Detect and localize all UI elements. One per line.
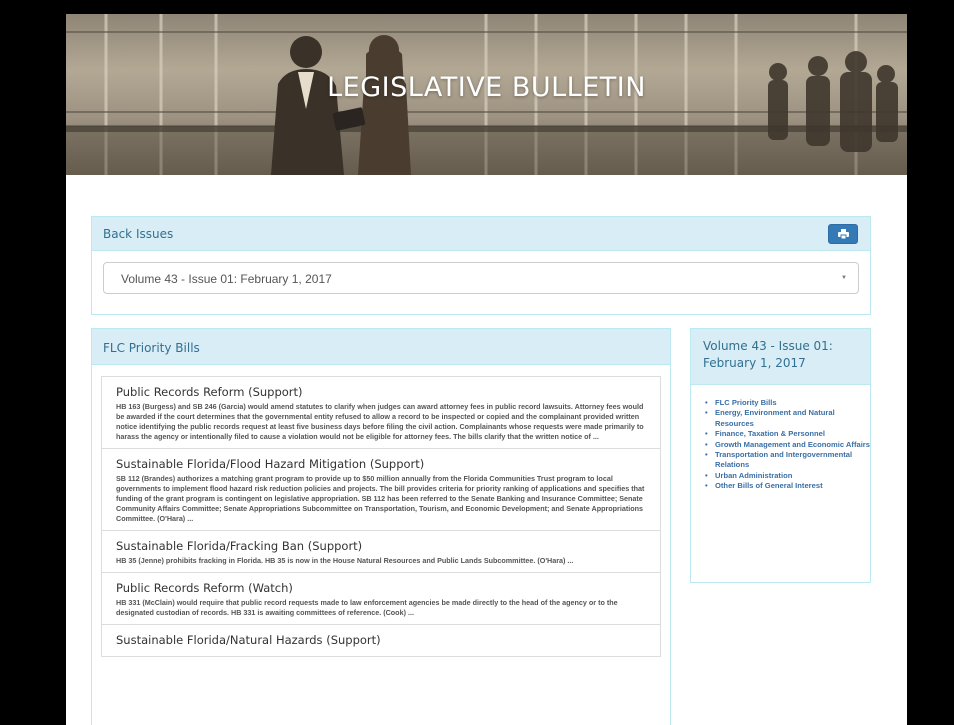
bill-list: Public Records Reform (Support) HB 163 (… — [101, 376, 661, 657]
issue-contents-heading: Volume 43 - Issue 01: February 1, 2017 — [691, 329, 870, 385]
toc-link-finance-taxation[interactable]: Finance, Taxation & Personnel — [704, 429, 870, 440]
back-issues-panel: Back Issues Volume 43 - Issue 01: Februa… — [91, 216, 871, 315]
toc-link-other-bills[interactable]: Other Bills of General Interest — [704, 481, 870, 492]
bill-item-natural-hazards[interactable]: Sustainable Florida/Natural Hazards (Sup… — [101, 624, 661, 657]
bill-item-public-records-watch[interactable]: Public Records Reform (Watch) HB 331 (Mc… — [101, 572, 661, 625]
toc-link-energy-environment[interactable]: Energy, Environment and Natural Resource… — [704, 408, 870, 429]
header-banner: LEGISLATIVE BULLETIN — [66, 14, 907, 175]
toc-link-transportation[interactable]: Transportation and Intergovernmental Rel… — [704, 450, 870, 471]
bill-title[interactable]: Sustainable Florida/Natural Hazards (Sup… — [116, 633, 649, 647]
bill-title[interactable]: Public Records Reform (Support) — [116, 385, 649, 399]
bill-item-fracking-ban[interactable]: Sustainable Florida/Fracking Ban (Suppor… — [101, 530, 661, 573]
bill-summary: HB 35 (Jenne) prohibits fracking in Flor… — [116, 556, 574, 565]
banner-title: LEGISLATIVE BULLETIN — [327, 72, 646, 103]
bill-summary: HB 163 (Burgess) and SB 246 (Garcia) wou… — [116, 402, 644, 441]
toc-link-growth-management[interactable]: Growth Management and Economic Affairs — [704, 440, 870, 451]
bill-summary: HB 331 (McClain) would require that publ… — [116, 598, 618, 617]
bill-title[interactable]: Public Records Reform (Watch) — [116, 581, 649, 595]
issue-contents-panel: Volume 43 - Issue 01: February 1, 2017 F… — [690, 328, 871, 583]
toc-link-urban-administration[interactable]: Urban Administration — [704, 471, 870, 482]
bill-item-flood-hazard-mitigation[interactable]: Sustainable Florida/Flood Hazard Mitigat… — [101, 448, 661, 531]
issue-select[interactable]: Volume 43 - Issue 01: February 1, 2017 ▼ — [103, 262, 859, 294]
toc-link-flc-priority-bills[interactable]: FLC Priority Bills — [704, 398, 870, 409]
bill-title[interactable]: Sustainable Florida/Fracking Ban (Suppor… — [116, 539, 649, 553]
bill-item-public-records-reform[interactable]: Public Records Reform (Support) HB 163 (… — [101, 376, 661, 449]
bill-summary: SB 112 (Brandes) authorizes a matching g… — [116, 474, 645, 523]
issue-contents-list: FLC Priority Bills Energy, Environment a… — [691, 385, 870, 492]
issue-select-value: Volume 43 - Issue 01: February 1, 2017 — [121, 272, 332, 286]
back-issues-heading: Back Issues — [92, 217, 870, 251]
print-icon — [838, 229, 849, 239]
priority-bills-panel: FLC Priority Bills Public Records Reform… — [91, 328, 671, 725]
page: LEGISLATIVE BULLETIN Back Issues Volume … — [66, 14, 907, 725]
back-issues-title: Back Issues — [103, 227, 174, 241]
chevron-down-icon: ▼ — [841, 275, 847, 281]
priority-bills-heading: FLC Priority Bills — [92, 329, 670, 365]
print-button[interactable] — [828, 224, 858, 244]
bill-title[interactable]: Sustainable Florida/Flood Hazard Mitigat… — [116, 457, 649, 471]
